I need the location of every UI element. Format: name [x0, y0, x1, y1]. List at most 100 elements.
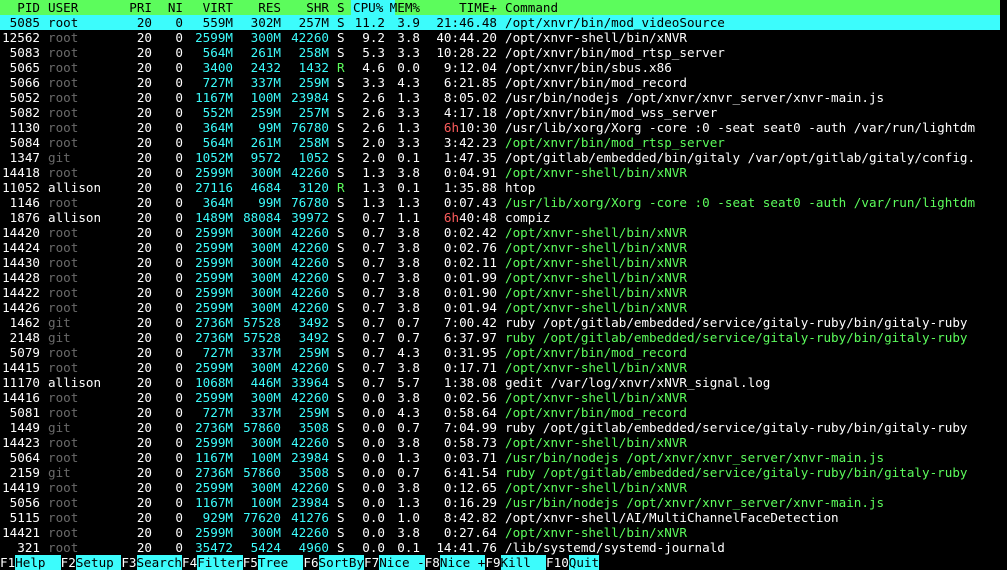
process-s: S [337, 495, 345, 510]
process-row[interactable]: 12562 root 20 0 2599M 300M 42260 S 9.2 3.8 40:44.2… [0, 30, 1000, 45]
fkey-f6[interactable]: F6 [303, 555, 319, 570]
process-cmd: /opt/xnvr/bin/mod_record [505, 345, 687, 360]
process-row[interactable]: 5084 root 20 0 564M 261M 258M S 2.0 3.3 3:42.23/op… [0, 135, 1000, 150]
process-cpu: 0.7 [362, 255, 385, 270]
column-header-state[interactable]: S [337, 0, 345, 15]
fkey-label[interactable]: Quit [568, 555, 600, 570]
process-row[interactable]: 1462 git 20 0 2736M 57528 3492 S 0.7 0.7 7:00.42 ru… [0, 315, 1000, 330]
process-row[interactable]: 2148 git 20 0 2736M 57528 3492 S 0.7 0.7 6:37.97 ru… [0, 330, 1000, 345]
fkey-label[interactable]: SortBy [318, 555, 365, 570]
process-row[interactable]: 11052 allison 20 0 27116 4684 3120 R 1.3 0.1 1:35.… [0, 180, 1000, 195]
process-cmd: /opt/xnvr-shell/bin/xNVR [505, 480, 687, 495]
process-row[interactable]: 14418 root 20 0 2599M 300M 42260 S 1.3 3.8 0:04.91… [0, 165, 1000, 180]
process-pid: 14430 [2, 255, 40, 270]
column-header-virt[interactable]: VIRT [203, 0, 233, 15]
process-shr: 42260 [291, 285, 329, 300]
column-header-ni[interactable]: NI [168, 0, 183, 15]
process-row[interactable]: 11170 allison 20 0 1068M 446M 33964 S 0.7 5.7 1:38… [0, 375, 1000, 390]
process-row[interactable]: 5083 root 20 0 564M 261M 258M S 5.3 3.3 10:28.22/o… [0, 45, 1000, 60]
column-header-pid[interactable]: PID [17, 0, 40, 15]
process-row[interactable]: 14424 root 20 0 2599M 300M 42260 S 0.7 3.8 0:02.76… [0, 240, 1000, 255]
fkey-f5[interactable]: F5 [242, 555, 258, 570]
process-cmd: /opt/xnvr/bin/mod_record [505, 405, 687, 420]
fkey-label[interactable]: Setup [75, 555, 122, 570]
fkey-f10[interactable]: F10 [546, 555, 569, 570]
column-header-time[interactable]: TIME+ [459, 0, 497, 15]
process-row[interactable]: 14430 root 20 0 2599M 300M 42260 S 0.7 3.8 0:02.11… [0, 255, 1000, 270]
process-pid: 5084 [9, 135, 40, 150]
process-row[interactable]: 14426 root 20 0 2599M 300M 42260 S 0.7 3.8 0:01.94… [0, 300, 1000, 315]
process-mem: 1.3 [397, 450, 420, 465]
process-pid: 5085 [9, 15, 40, 30]
process-ni: 0 [175, 60, 183, 75]
fkey-label[interactable]: Search [136, 555, 183, 570]
process-row[interactable]: 5082 root 20 0 552M 259M 257M S 2.6 3.3 4:17.18/op… [0, 105, 1000, 120]
process-cmd: /usr/bin/nodejs /opt/xnvr/xnvr_server/xn… [505, 450, 885, 465]
process-pri: 20 [136, 180, 152, 195]
process-mem: 0.1 [397, 150, 420, 165]
fkey-label[interactable]: Nice - [379, 555, 425, 570]
process-ni: 0 [175, 390, 183, 405]
process-row[interactable]: 5052 root 20 0 1167M 100M 23984 S 2.6 1.3 8:05.02 /… [0, 90, 1000, 105]
process-ni: 0 [175, 120, 183, 135]
process-cmd: /opt/xnvr/bin/sbus.x86 [505, 60, 672, 75]
process-row[interactable]: 2159 git 20 0 2736M 57860 3508 S 0.0 0.7 6:41.54 ru… [0, 465, 1000, 480]
process-row[interactable]: 14416 root 20 0 2599M 300M 42260 S 0.0 3.8 0:02.56… [0, 390, 1000, 405]
fkey-f9[interactable]: F9 [485, 555, 501, 570]
fkey-label[interactable]: Kill [500, 555, 547, 570]
fkey-f7[interactable]: F7 [364, 555, 380, 570]
process-virt: 559M [202, 15, 233, 30]
process-time: 0:07.43 [443, 195, 497, 210]
process-row[interactable]: 5081 root 20 0 727M 337M 259M S 0.0 4.3 0:58.64/op… [0, 405, 1000, 420]
process-row[interactable]: 1130 root 20 0 364M 99M 76780 S 2.6 1.3 6h10:30/us… [0, 120, 1000, 135]
process-row[interactable]: 14420 root 20 0 2599M 300M 42260 S 0.7 3.8 0:02.42… [0, 225, 1000, 240]
process-s: S [337, 210, 345, 225]
fkey-label[interactable]: Filter [197, 555, 243, 570]
fkey-f1[interactable]: F1 [0, 555, 16, 570]
fkey-f2[interactable]: F2 [60, 555, 76, 570]
column-header-res[interactable]: RES [258, 0, 281, 15]
fkey-label[interactable]: Tree [257, 555, 304, 570]
fkey-f8[interactable]: F8 [424, 555, 440, 570]
column-header-mem[interactable]: MEM% [390, 0, 420, 15]
process-res: 302M [250, 15, 281, 30]
process-row[interactable]: 1146 root 20 0 364M 99M 76780 S 1.3 1.3 0:07.43/us… [0, 195, 1000, 210]
process-row[interactable]: 5079 root 20 0 727M 337M 259M S 0.7 4.3 0:31.95/op… [0, 345, 1000, 360]
process-row[interactable]: 14428 root 20 0 2599M 300M 42260 S 0.7 3.8 0:01.99… [0, 270, 1000, 285]
column-header-shr[interactable]: SHR [306, 0, 329, 15]
process-mem: 3.8 [397, 285, 420, 300]
process-shr: 42260 [291, 300, 329, 315]
process-row[interactable]: 14422 root 20 0 2599M 300M 42260 S 0.7 3.8 0:01.90… [0, 285, 1000, 300]
column-header-user[interactable]: USER [48, 0, 78, 15]
process-row[interactable]: 14421 root 20 0 2599M 300M 42260 S 0.0 3.8 0:27.64… [0, 525, 1000, 540]
process-row[interactable]: 5115 root 20 0 929M 77620 41276 S 0.0 1.0 8:42.82 /… [0, 510, 1000, 525]
process-row[interactable]: 5056 root 20 0 1167M 100M 23984 S 0.0 1.3 0:16.29 /… [0, 495, 1000, 510]
fkey-label[interactable]: Help [15, 555, 61, 570]
process-row[interactable]: 14423 root 20 0 2599M 300M 42260 S 0.0 3.8 0:58.73… [0, 435, 1000, 450]
process-row[interactable]: 5064 root 20 0 1167M 100M 23984 S 0.0 1.3 0:03.71 /… [0, 450, 1000, 465]
process-cmd: /usr/bin/nodejs /opt/xnvr/xnvr_server/xn… [505, 495, 885, 510]
column-header-cpu-sorted[interactable]: CPU% [351, 0, 395, 15]
process-cpu: 0.7 [362, 240, 385, 255]
fkey-f4[interactable]: F4 [182, 555, 198, 570]
column-header-command[interactable]: Command [505, 0, 558, 15]
process-row-selected[interactable]: 5085 root 20 0 559M 302M 257M S 11.2 3.9 21:46.48 /… [0, 15, 1000, 30]
fkey-f3[interactable]: F3 [121, 555, 137, 570]
process-mem: 3.8 [397, 300, 420, 315]
process-row[interactable]: 321 root 20 0 35472 5424 4960 S 0.0 0.1 14:41.76/l… [0, 540, 1000, 555]
process-cpu: 1.3 [362, 180, 385, 195]
process-row[interactable]: 1347 git 20 0 1052M 9572 1052 S 2.0 0.1 1:47.35/op… [0, 150, 1000, 165]
process-row[interactable]: 14415 root 20 0 2599M 300M 42260 S 0.7 3.8 0:17.71… [0, 360, 1000, 375]
fkey-label[interactable]: Nice + [439, 555, 486, 570]
process-time: 6:37.97 [443, 330, 497, 345]
process-time: 7:04.99 [443, 420, 497, 435]
process-row[interactable]: 1876 allison 20 0 1489M 88084 39972 S 0.7 1.1 6h40… [0, 210, 1000, 225]
process-ni: 0 [175, 375, 183, 390]
process-row[interactable]: 5066 root 20 0 727M 337M 259M S 3.3 4.3 6:21.85/op… [0, 75, 1000, 90]
process-row[interactable]: 5065 root 20 0 3400 2432 1432 R 4.6 0.0 9:12.04/op… [0, 60, 1000, 75]
process-row[interactable]: 14419 root 20 0 2599M 300M 42260 S 0.0 3.8 0:12.65… [0, 480, 1000, 495]
column-header-pri[interactable]: PRI [129, 0, 152, 15]
process-cpu: 2.0 [362, 135, 385, 150]
process-row[interactable]: 1449 git 20 0 2736M 57860 3508 S 0.0 0.7 7:04.99 ru… [0, 420, 1000, 435]
process-mem: 1.3 [397, 195, 420, 210]
